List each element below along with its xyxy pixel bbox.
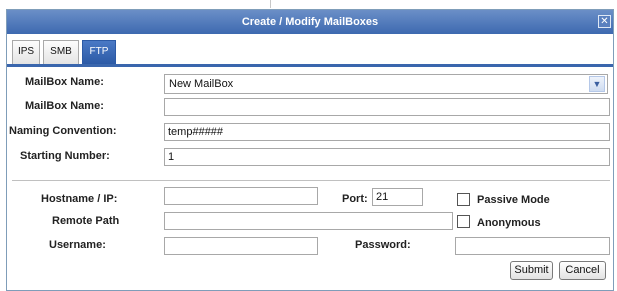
mailbox-name-label: MailBox Name: <box>25 100 104 112</box>
starting-number-field[interactable]: 1 <box>164 148 610 166</box>
anonymous-label: Anonymous <box>477 217 541 229</box>
mailbox-select-label: MailBox Name: <box>25 76 104 88</box>
remote-path-label: Remote Path <box>52 215 120 227</box>
chevron-down-icon[interactable]: ▼ <box>589 76 605 92</box>
starting-number-label: Starting Number: <box>20 150 110 162</box>
hostname-field[interactable] <box>164 187 318 205</box>
close-icon[interactable]: ✕ <box>598 15 611 28</box>
mailbox-dialog: Create / Modify MailBoxes ✕ IPS SMB FTP … <box>6 9 614 291</box>
cancel-button[interactable]: Cancel <box>559 261 606 280</box>
naming-convention-field[interactable]: temp##### <box>164 123 610 141</box>
tab-ftp[interactable]: FTP <box>82 40 116 64</box>
password-field[interactable] <box>455 237 610 255</box>
mailbox-select[interactable]: New MailBox ▼ <box>164 74 608 94</box>
remote-path-field[interactable] <box>164 212 453 230</box>
dialog-titlebar: Create / Modify MailBoxes ✕ <box>7 10 613 34</box>
username-field[interactable] <box>164 237 318 255</box>
top-strip <box>0 0 617 8</box>
mailbox-select-value: New MailBox <box>169 78 234 90</box>
tab-ips[interactable]: IPS <box>12 40 40 64</box>
naming-convention-label: Naming Convention: <box>9 125 117 137</box>
port-label: Port: <box>342 193 368 205</box>
submit-button[interactable]: Submit <box>510 261 553 280</box>
dialog-title: Create / Modify MailBoxes <box>241 16 379 28</box>
tab-strip: IPS SMB FTP <box>7 34 613 67</box>
tab-smb[interactable]: SMB <box>43 40 79 64</box>
separator-tick <box>270 0 271 8</box>
passive-mode-checkbox[interactable] <box>457 193 470 206</box>
username-label: Username: <box>49 239 106 251</box>
passive-mode-label: Passive Mode <box>477 194 550 206</box>
password-label: Password: <box>355 239 411 251</box>
hostname-label: Hostname / IP: <box>41 193 118 205</box>
mailbox-name-field[interactable] <box>164 98 610 116</box>
port-field[interactable]: 21 <box>372 188 423 206</box>
anonymous-checkbox[interactable] <box>457 215 470 228</box>
section-divider <box>12 180 610 181</box>
